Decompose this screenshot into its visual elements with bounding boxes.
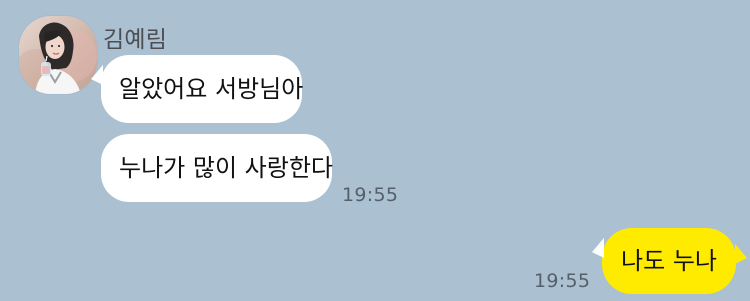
incoming-message-bubble[interactable]: 누나가 많이 사랑한다: [101, 134, 333, 202]
message-timestamp: 19:55: [342, 184, 399, 206]
message-timestamp: 19:55: [534, 270, 591, 292]
message-text: 나도 누나: [621, 247, 717, 275]
sender-name: 김예림: [103, 27, 168, 53]
message-text: 누나가 많이 사랑한다: [119, 154, 333, 182]
chat-window: 김예림 알았어요 서방님아 누나가 많이 사랑한다 19:55 나도 누나 19…: [0, 0, 750, 301]
outgoing-message-bubble[interactable]: 나도 누나: [602, 228, 736, 294]
sender-avatar[interactable]: [19, 16, 97, 94]
incoming-message-bubble[interactable]: 알았어요 서방님아: [101, 55, 304, 123]
message-text: 알았어요 서방님아: [119, 75, 304, 103]
profile-photo-icon: [19, 16, 97, 94]
